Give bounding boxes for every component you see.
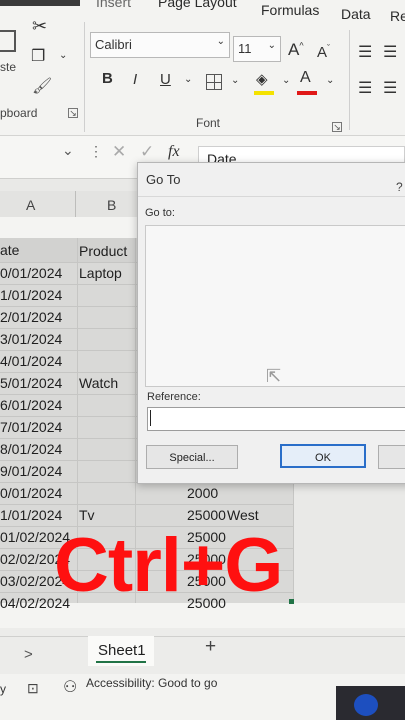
font-size-value: 11 [238,41,252,56]
format-painter-icon[interactable]: 🖌 [32,76,52,96]
shrink-font-button[interactable]: Aˇ [317,43,330,61]
app-icon [354,694,378,716]
tab-formulas[interactable]: Formulas [261,2,319,18]
fill-color-icon[interactable]: ◈ [256,70,268,88]
paste-label[interactable]: ste [0,60,16,74]
cell-date[interactable]: 0/01/2024 [0,265,62,281]
align-center-icon[interactable]: ☰ [383,78,397,98]
reference-input[interactable] [147,407,405,431]
cell-date[interactable]: 4/01/2024 [0,353,62,369]
shrink-font-icon: A [317,44,328,61]
add-sheet-button[interactable]: + [205,636,216,658]
cell-date[interactable]: 6/01/2024 [0,397,62,413]
accessibility-status[interactable]: Accessibility: Good to go [86,676,217,690]
copy-icon[interactable]: ❐ [31,46,45,66]
insert-function-button[interactable]: fx [168,143,180,161]
cell-date[interactable]: 1/01/2024 [0,507,62,523]
font-size-select[interactable]: 11 ⌄ [233,36,281,62]
font-launcher-icon[interactable]: ↘ [332,122,342,132]
group-divider [349,30,350,130]
cancel-button[interactable] [378,445,405,469]
special-button[interactable]: Special... [146,445,238,469]
align-left-icon[interactable]: ☰ [358,78,372,98]
sheet-tab-label: Sheet1 [98,642,146,659]
chevron-down-icon: ⌄ [267,40,276,51]
italic-button[interactable]: I [133,71,137,88]
fill-handle[interactable] [289,599,294,604]
tab-data[interactable]: Data [341,6,371,22]
tab-page-layout[interactable]: Page Layout [158,0,237,10]
cell-product[interactable]: Laptop [79,265,122,281]
cell-amount[interactable]: 25000 [187,507,226,523]
cut-icon[interactable]: ✂ [32,16,47,37]
ok-button[interactable]: OK [280,444,366,468]
dialog-title: Go To [146,172,181,187]
underline-button[interactable]: U [160,71,171,88]
font-color-swatch [297,91,317,95]
name-box-dropdown-icon[interactable]: ⌄ [62,142,74,159]
tab-review[interactable]: Re [390,8,405,24]
font-group-label: Font [196,116,221,130]
underline-dropdown-icon[interactable]: ⌄ [184,74,192,85]
more-options-icon[interactable]: ⋮ [89,143,103,160]
cell-product[interactable]: Watch [79,375,118,391]
mouse-cursor-icon: ⇱ [266,366,282,386]
status-left-text: y [0,682,6,696]
reference-label: Reference: [147,391,201,403]
font-color-dropdown-icon[interactable]: ⌄ [326,75,334,86]
title-divider [138,196,405,197]
borders-icon[interactable] [206,74,222,90]
copy-dropdown-icon[interactable]: ⌄ [59,50,67,61]
cell-date[interactable]: 1/01/2024 [0,287,62,303]
cell-amount[interactable]: 2000 [187,485,218,501]
accessibility-icon[interactable]: ⚇ [63,677,77,697]
shortcut-caption: Ctrl+G [54,523,283,608]
help-button[interactable]: ? [396,180,403,194]
group-divider [84,22,85,132]
row-gridline [0,504,294,505]
column-divider [75,191,76,217]
cell-date[interactable]: 5/01/2024 [0,375,62,391]
sheet-tab-bar [0,628,405,674]
sheet-nav-next-button[interactable]: > [24,646,33,663]
fill-dropdown-icon[interactable]: ⌄ [282,75,290,86]
active-tab-underline [0,0,80,6]
macro-record-icon[interactable]: ⊡ [27,680,39,697]
cell-date[interactable]: 8/01/2024 [0,441,62,457]
fill-color-swatch [254,91,274,95]
goto-label: Go to: [145,207,175,219]
chevron-down-icon: ⌄ [216,36,225,47]
column-header-b[interactable]: B [107,197,116,213]
font-name-select[interactable]: Calibri ⌄ [90,32,230,58]
font-name-value: Calibri [95,37,132,52]
clipboard-launcher-icon[interactable]: ↘ [68,108,78,118]
bold-button[interactable]: B [102,70,113,87]
cell-date[interactable]: 2/01/2024 [0,309,62,325]
borders-dropdown-icon[interactable]: ⌄ [231,75,239,86]
cancel-icon[interactable]: ✕ [112,142,126,162]
font-color-button[interactable]: A [300,69,311,87]
column-header-a[interactable]: A [26,197,35,213]
active-tab-indicator [96,661,146,663]
tab-bar-top-line [0,636,405,637]
header-cell-date[interactable]: ate [0,242,19,258]
ribbon: Insert Page Layout Formulas Data Re ste … [0,0,405,135]
align-top-icon[interactable]: ☰ [358,42,372,62]
cell-product[interactable]: Tv [79,507,95,523]
cell-date[interactable]: 0/01/2024 [0,485,62,501]
grow-font-button[interactable]: A^ [288,40,304,60]
grow-font-icon: A [288,40,300,59]
clipboard-group-label: pboard [0,106,38,120]
cell-region[interactable]: West [227,507,259,523]
enter-icon[interactable]: ✓ [140,142,154,162]
text-caret [150,410,151,426]
tab-insert[interactable]: Insert [96,0,131,10]
cell-date[interactable]: 3/01/2024 [0,331,62,347]
cell-date[interactable]: 9/01/2024 [0,463,62,479]
goto-listbox[interactable] [145,225,405,387]
paste-icon[interactable] [0,30,16,52]
align-middle-icon[interactable]: ☰ [383,42,397,62]
header-cell-product[interactable]: Product [79,243,127,259]
cell-date[interactable]: 7/01/2024 [0,419,62,435]
